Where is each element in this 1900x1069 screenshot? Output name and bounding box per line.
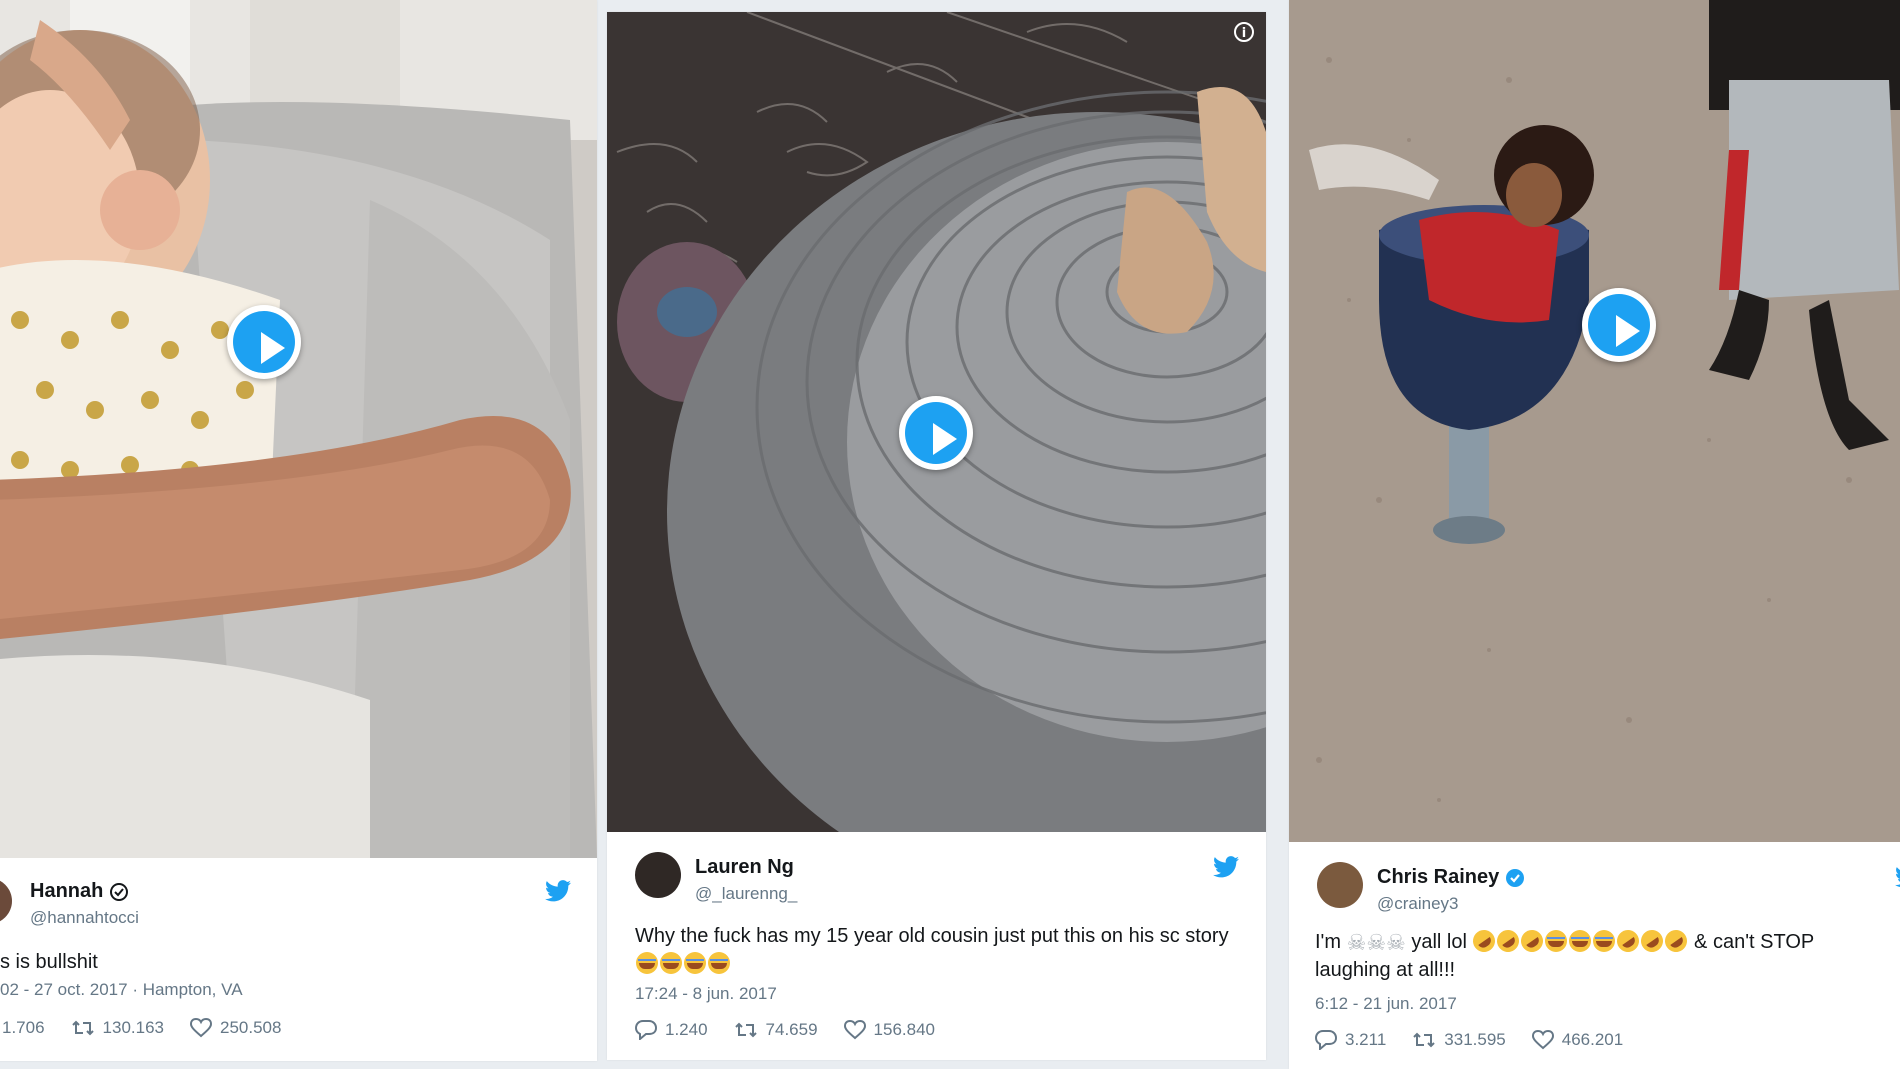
retweet-action[interactable]: 130.163: [71, 1018, 164, 1038]
tweet-text: I'm ☠☠☠ yall lol & can't STOP laughing a…: [1315, 925, 1900, 984]
tweet-stats: 1.240 74.659 156.840: [635, 1020, 961, 1040]
reply-action[interactable]: 3.211: [1315, 1030, 1386, 1050]
emoji-crying: [660, 952, 682, 974]
play-icon: [233, 311, 295, 373]
emoji-rofl: [1469, 925, 1500, 957]
video-thumbnail[interactable]: [0, 0, 597, 858]
tweet-stats: 3.211 331.595 466.201: [1315, 1030, 1649, 1050]
reply-icon: [635, 1020, 657, 1040]
retweet-action[interactable]: 74.659: [734, 1020, 818, 1040]
tweet-timestamp[interactable]: 6:12 - 21 jun. 2017: [1315, 994, 1457, 1014]
play-button[interactable]: [1582, 288, 1656, 362]
author-name[interactable]: Hannah: [30, 880, 129, 903]
reply-action[interactable]: 1.240: [635, 1020, 708, 1040]
like-action[interactable]: 466.201: [1531, 1030, 1623, 1050]
heart-icon: [190, 1018, 212, 1038]
retweet-icon: [734, 1022, 757, 1038]
tweet-card-lauren: i Lauren Ng @_laurenng_ Why the fuck has…: [607, 12, 1266, 1060]
author-name[interactable]: Lauren Ng: [695, 856, 794, 879]
verified-badge-icon: [110, 882, 129, 901]
emoji-joy: [1569, 930, 1592, 952]
twitter-bird-icon[interactable]: [545, 880, 571, 902]
tweet-timestamp[interactable]: 02 - 27 oct. 2017 · Hampton, VA: [0, 980, 243, 1000]
emoji-joy: [1593, 930, 1616, 952]
info-icon[interactable]: i: [1234, 22, 1254, 42]
emoji-joy: [1545, 930, 1568, 952]
author-handle[interactable]: @_laurenng_: [695, 884, 797, 904]
retweet-icon: [1413, 1032, 1435, 1048]
like-action[interactable]: 250.508: [190, 1018, 281, 1038]
avatar[interactable]: [1317, 862, 1363, 908]
heart-icon: [843, 1020, 866, 1040]
emoji-rofl: [1661, 925, 1692, 957]
tweet-text: Why the fuck has my 15 year old cousin j…: [635, 922, 1235, 978]
tweet-footer: Chris Rainey @crainey3 I'm ☠☠☠ yall lol …: [1289, 842, 1900, 1069]
tweet-footer: Lauren Ng @_laurenng_ Why the fuck has m…: [607, 832, 1266, 1060]
retweet-action[interactable]: 331.595: [1412, 1030, 1506, 1050]
video-thumbnail[interactable]: [1289, 0, 1900, 842]
emoji-rofl: [1493, 925, 1524, 957]
twitter-bird-icon[interactable]: [1213, 856, 1239, 878]
video-thumbnail[interactable]: i: [607, 12, 1266, 832]
heart-icon: [1531, 1030, 1554, 1050]
author-handle[interactable]: @crainey3: [1377, 894, 1459, 914]
play-button[interactable]: [227, 305, 301, 379]
play-icon: [1588, 294, 1650, 356]
reply-icon: [1315, 1030, 1337, 1050]
author-name[interactable]: Chris Rainey: [1377, 866, 1525, 889]
tweet-stats: 1.706 130.163 250.508: [2, 1018, 307, 1038]
reply-action[interactable]: 1.706: [2, 1018, 45, 1038]
video-frame-playground: [1289, 0, 1900, 842]
video-frame-baby: [0, 0, 597, 858]
tweet-card-hannah: Hannah @hannahtocci s is bullshit 02 - 2…: [0, 0, 597, 1061]
play-button[interactable]: [899, 396, 973, 470]
like-action[interactable]: 156.840: [843, 1020, 935, 1040]
emoji-crying: [684, 952, 706, 974]
avatar[interactable]: [635, 852, 681, 898]
emoji-joy: [708, 952, 730, 974]
twitter-bird-icon[interactable]: [1895, 866, 1900, 888]
tweet-footer: Hannah @hannahtocci s is bullshit 02 - 2…: [0, 858, 597, 1061]
tweet-text: s is bullshit: [0, 951, 98, 973]
tweet-card-chris: Chris Rainey @crainey3 I'm ☠☠☠ yall lol …: [1289, 0, 1900, 1069]
play-icon: [905, 402, 967, 464]
emoji-rofl: [1637, 925, 1668, 957]
emoji-skull-crossbones: ☠☠☠: [1346, 931, 1406, 956]
author-handle[interactable]: @hannahtocci: [30, 908, 139, 928]
tweet-timestamp[interactable]: 17:24 - 8 jun. 2017: [635, 984, 777, 1004]
emoji-rofl: [1613, 925, 1644, 957]
emoji-crying: [636, 952, 658, 974]
retweet-icon: [71, 1020, 94, 1036]
avatar[interactable]: [0, 878, 12, 924]
emoji-rofl: [1517, 925, 1548, 957]
verified-badge-icon: [1506, 868, 1525, 887]
